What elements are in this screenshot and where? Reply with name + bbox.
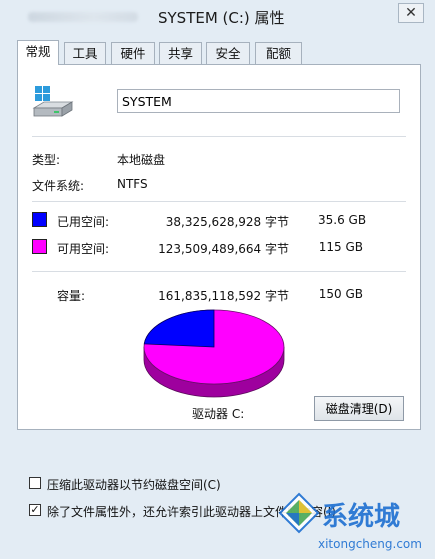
used-space-bytes: 38,325,628,928 字节 <box>165 215 289 229</box>
window-title: SYSTEM (C:) 属性 <box>158 9 285 27</box>
free-space-swatch <box>32 239 47 254</box>
used-space-label: 已用空间: <box>57 215 110 229</box>
tab-sharing[interactable]: 共享 <box>159 42 202 64</box>
hard-drive-windows-icon <box>32 86 74 117</box>
divider <box>32 271 406 272</box>
capacity-label: 容量: <box>57 289 86 303</box>
tab-quota[interactable]: 配额 <box>255 42 302 64</box>
tab-tools[interactable]: 工具 <box>64 42 106 64</box>
watermark-brand: 系统城 <box>322 502 401 532</box>
pie-side-wall <box>143 346 285 398</box>
compress-option-label: 压缩此驱动器以节约磁盘空间(C) <box>47 478 221 492</box>
type-value: 本地磁盘 <box>117 153 166 167</box>
divider <box>32 201 406 202</box>
capacity-size: 150 GB <box>318 287 363 301</box>
drive-caption: 驱动器 C: <box>192 407 245 421</box>
disk-cleanup-button[interactable]: 磁盘清理(D) <box>314 396 404 421</box>
tab-hardware[interactable]: 硬件 <box>111 42 155 64</box>
watermark-url: xitongcheng.com <box>318 537 422 551</box>
title-bar[interactable]: SYSTEM (C:) 属性 ✕ <box>0 0 435 34</box>
tab-general[interactable]: 常规 <box>17 40 59 65</box>
blurred-app-name <box>28 12 138 22</box>
site-watermark: 系统城 xitongcheng.com <box>278 490 435 559</box>
used-space-size: 35.6 GB <box>318 213 367 227</box>
divider <box>32 136 406 137</box>
filesystem-label: 文件系统: <box>32 179 85 193</box>
general-tab-panel: 类型: 本地磁盘 文件系统: NTFS 已用空间: 38,325,628,928… <box>17 64 421 430</box>
capacity-bytes: 161,835,118,592 字节 <box>158 289 289 303</box>
windows-logo-icon <box>278 492 320 534</box>
used-space-swatch <box>32 212 47 227</box>
free-space-size: 115 GB <box>318 240 363 254</box>
tab-security[interactable]: 安全 <box>206 42 250 64</box>
pie-slice-used <box>143 309 215 348</box>
index-checkbox[interactable]: ✓ <box>29 504 41 516</box>
close-button[interactable]: ✕ <box>398 3 424 23</box>
type-label: 类型: <box>32 153 61 167</box>
volume-name-input[interactable] <box>117 89 400 113</box>
free-space-label: 可用空间: <box>57 242 110 256</box>
free-space-bytes: 123,509,489,664 字节 <box>158 242 289 256</box>
filesystem-value: NTFS <box>117 177 148 191</box>
pie-slice-free <box>143 309 285 385</box>
compress-checkbox[interactable] <box>29 477 41 489</box>
